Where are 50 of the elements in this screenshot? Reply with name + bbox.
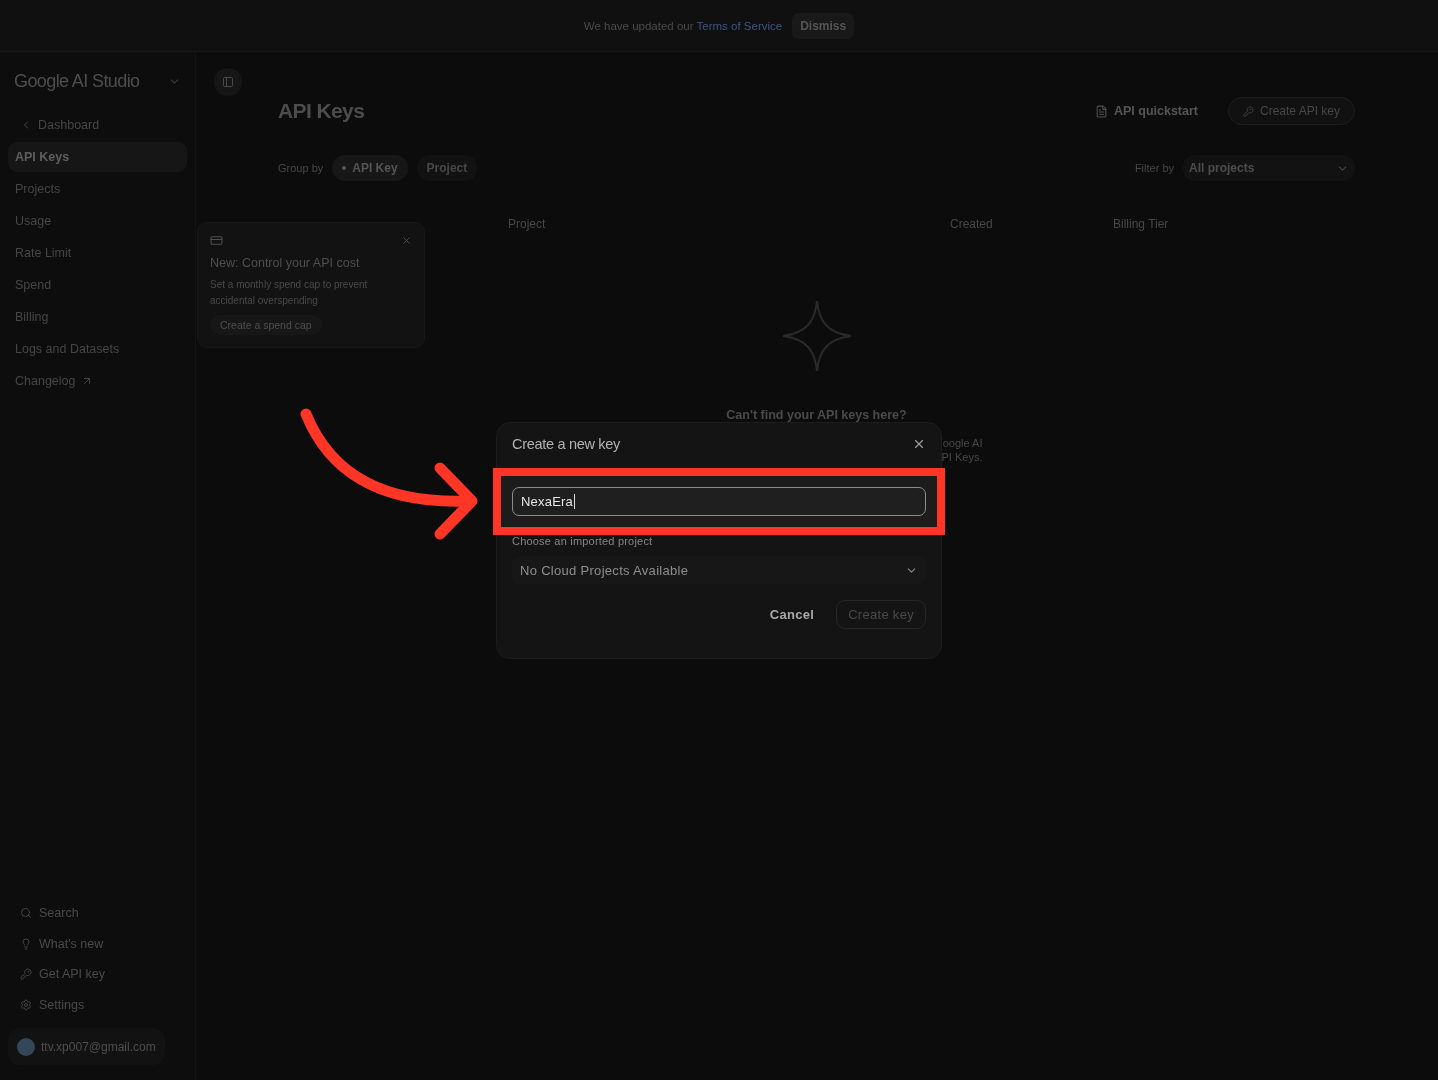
text-caret-icon — [574, 494, 575, 509]
sidebar-item[interactable]: Changelog — [8, 366, 187, 396]
lightbulb-icon — [20, 937, 32, 950]
promo-title: New: Control your API cost — [210, 256, 361, 270]
settings-icon — [20, 998, 32, 1011]
sidebar-footer-item[interactable]: Get API key — [8, 959, 187, 990]
key-name-field[interactable]: NexaEra — [512, 487, 926, 516]
terms-link[interactable]: Terms of Service — [696, 19, 783, 32]
sidebar-footer-item[interactable]: Search — [8, 898, 187, 929]
update-notice: We have updated our Terms of Service — [583, 19, 783, 32]
close-button[interactable] — [912, 437, 926, 451]
key-icon — [1242, 105, 1254, 117]
panel-icon — [222, 76, 234, 88]
sidebar-item[interactable]: API Keys — [8, 142, 187, 172]
field-label: Choose an imported project — [512, 535, 653, 547]
column-header: Created — [950, 217, 993, 231]
sidebar-footer-item[interactable]: Settings — [8, 989, 187, 1020]
group-by-label: Group by — [278, 162, 324, 174]
sparkle-icon — [781, 300, 852, 372]
empty-state-text: PI Keys. — [941, 450, 983, 464]
avatar-icon — [17, 1037, 35, 1056]
dialog-title: Create a new key — [512, 436, 621, 452]
close-icon — [912, 437, 926, 451]
selected-dot-icon — [342, 166, 347, 170]
sidebar-item[interactable]: Rate Limit — [8, 238, 187, 268]
account-button[interactable]: ttv.xp007@gmail.com — [8, 1028, 165, 1065]
sidebar-item[interactable]: Usage — [8, 206, 187, 236]
empty-state-text: oogle AI — [942, 436, 983, 450]
empty-state-heading: Can't find your API keys here? — [726, 408, 907, 422]
sidebar-item[interactable]: Projects — [8, 174, 187, 204]
sidebar-footer-item[interactable]: What's new — [8, 928, 187, 959]
group-by-chip[interactable]: API Key — [332, 155, 408, 181]
sidebar-item[interactable]: Spend — [8, 270, 187, 300]
sidebar-toggle-button[interactable] — [214, 68, 242, 96]
sidebar-item[interactable]: Billing — [8, 302, 187, 332]
brand-logo[interactable]: Google AI Studio — [14, 70, 140, 92]
dashboard-link[interactable]: Dashboard — [8, 110, 187, 140]
column-header: Billing Tier — [1113, 217, 1169, 231]
document-icon — [1094, 104, 1108, 118]
search-icon — [20, 907, 32, 920]
dismiss-button[interactable]: Dismiss — [792, 12, 855, 39]
column-header: Project — [508, 217, 546, 231]
page-title: API Keys — [278, 99, 365, 123]
close-icon — [401, 234, 412, 246]
sidebar-item[interactable]: Logs and Datasets — [8, 334, 187, 364]
cancel-button[interactable]: Cancel — [769, 600, 815, 629]
key-icon — [20, 968, 32, 981]
credit-card-icon — [210, 233, 223, 247]
project-filter-select[interactable]: All projects — [1183, 155, 1355, 181]
quickstart-link[interactable]: API quickstart — [1094, 104, 1198, 118]
